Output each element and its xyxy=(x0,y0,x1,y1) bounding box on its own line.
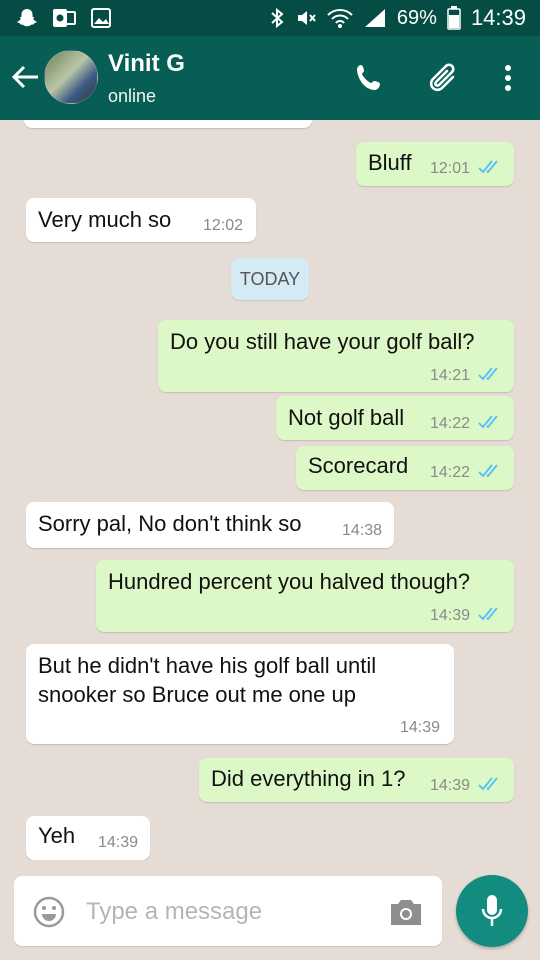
mute-icon xyxy=(297,11,316,25)
more-options-icon[interactable] xyxy=(490,60,526,96)
outgoing-message[interactable]: Scorecard 14:22 xyxy=(296,446,514,490)
battery-icon xyxy=(447,6,461,30)
status-bar: 69% 14:39 xyxy=(0,0,540,36)
read-ticks-icon xyxy=(478,464,498,478)
read-ticks-icon xyxy=(478,367,498,381)
microphone-icon xyxy=(481,895,503,926)
incoming-message[interactable]: Sorry pal, No don't think so 14:38 xyxy=(26,502,394,548)
outgoing-message[interactable]: Not golf ball 14:22 xyxy=(276,396,514,440)
message-time: 14:39 xyxy=(400,719,441,736)
snapchat-icon xyxy=(16,9,37,27)
incoming-message[interactable]: Very much so 12:02 xyxy=(26,198,256,242)
message-time: 14:39 xyxy=(430,777,471,794)
battery-percent: 69% xyxy=(396,6,437,29)
read-ticks-icon xyxy=(478,777,498,791)
contact-avatar[interactable] xyxy=(44,50,98,104)
wifi-icon xyxy=(327,9,353,28)
back-arrow-icon[interactable] xyxy=(8,60,42,94)
outlook-icon xyxy=(53,9,76,27)
message-time: 14:22 xyxy=(430,464,471,481)
outgoing-message[interactable]: Do you still have your golf ball? 14:21 xyxy=(158,320,514,392)
voice-record-button[interactable] xyxy=(456,875,528,947)
message-time: 12:01 xyxy=(430,160,471,177)
message-text-line-2: snooker so Bruce out me one up xyxy=(38,682,356,707)
message-text: Sorry pal, No don't think so xyxy=(38,511,302,536)
message-text: Very much so xyxy=(38,207,172,232)
message-time: 14:38 xyxy=(342,522,383,539)
camera-icon[interactable] xyxy=(388,896,424,928)
contact-name[interactable]: Vinit G xyxy=(108,50,185,78)
emoji-icon[interactable] xyxy=(32,895,66,929)
read-ticks-icon xyxy=(478,160,498,174)
bluetooth-icon xyxy=(271,7,284,29)
notification-icons xyxy=(16,7,112,29)
incoming-message[interactable]: But he didn't have his golf ball until s… xyxy=(26,644,454,744)
date-divider-label: TODAY xyxy=(239,269,301,289)
partial-incoming-bubble xyxy=(24,120,312,128)
message-time: 14:39 xyxy=(98,834,139,851)
outgoing-message[interactable]: Bluff 12:01 xyxy=(356,142,514,186)
contact-status: online xyxy=(108,86,157,106)
composer-bar: Type a message xyxy=(0,860,540,960)
outgoing-message[interactable]: Did everything in 1? 14:39 xyxy=(199,758,514,802)
message-time: 14:21 xyxy=(430,367,471,384)
outgoing-message[interactable]: Hundred percent you halved though? 14:39 xyxy=(96,560,514,632)
date-divider: TODAY xyxy=(231,258,309,300)
message-text: Yeh xyxy=(38,823,76,848)
message-time: 14:39 xyxy=(430,607,471,624)
signal-icon xyxy=(364,9,385,27)
chat-header: Vinit G online xyxy=(0,36,540,120)
message-time: 12:02 xyxy=(203,217,244,234)
gallery-icon xyxy=(91,8,111,28)
message-text: Bluff xyxy=(368,150,412,175)
incoming-message[interactable]: Yeh 14:39 xyxy=(26,816,150,860)
attachment-icon[interactable] xyxy=(426,60,462,96)
message-text: Not golf ball xyxy=(288,405,405,430)
message-text: Hundred percent you halved though? xyxy=(108,569,471,594)
message-text: Do you still have your golf ball? xyxy=(170,329,475,354)
message-text: Scorecard xyxy=(308,453,409,478)
message-placeholder: Type a message xyxy=(86,898,263,925)
clock-time: 14:39 xyxy=(470,5,526,30)
message-input[interactable]: Type a message xyxy=(14,876,442,946)
message-time: 14:22 xyxy=(430,415,471,432)
message-text-line-1: But he didn't have his golf ball until xyxy=(38,653,377,678)
phone-call-icon[interactable] xyxy=(352,60,388,96)
system-indicators: 69% 14:39 xyxy=(269,5,526,31)
message-list[interactable]: Bluff 12:01 Very much so 12:02 TODAY Do … xyxy=(0,120,540,860)
read-ticks-icon xyxy=(478,415,498,429)
read-ticks-icon xyxy=(478,607,498,621)
message-text: Did everything in 1? xyxy=(211,766,406,791)
